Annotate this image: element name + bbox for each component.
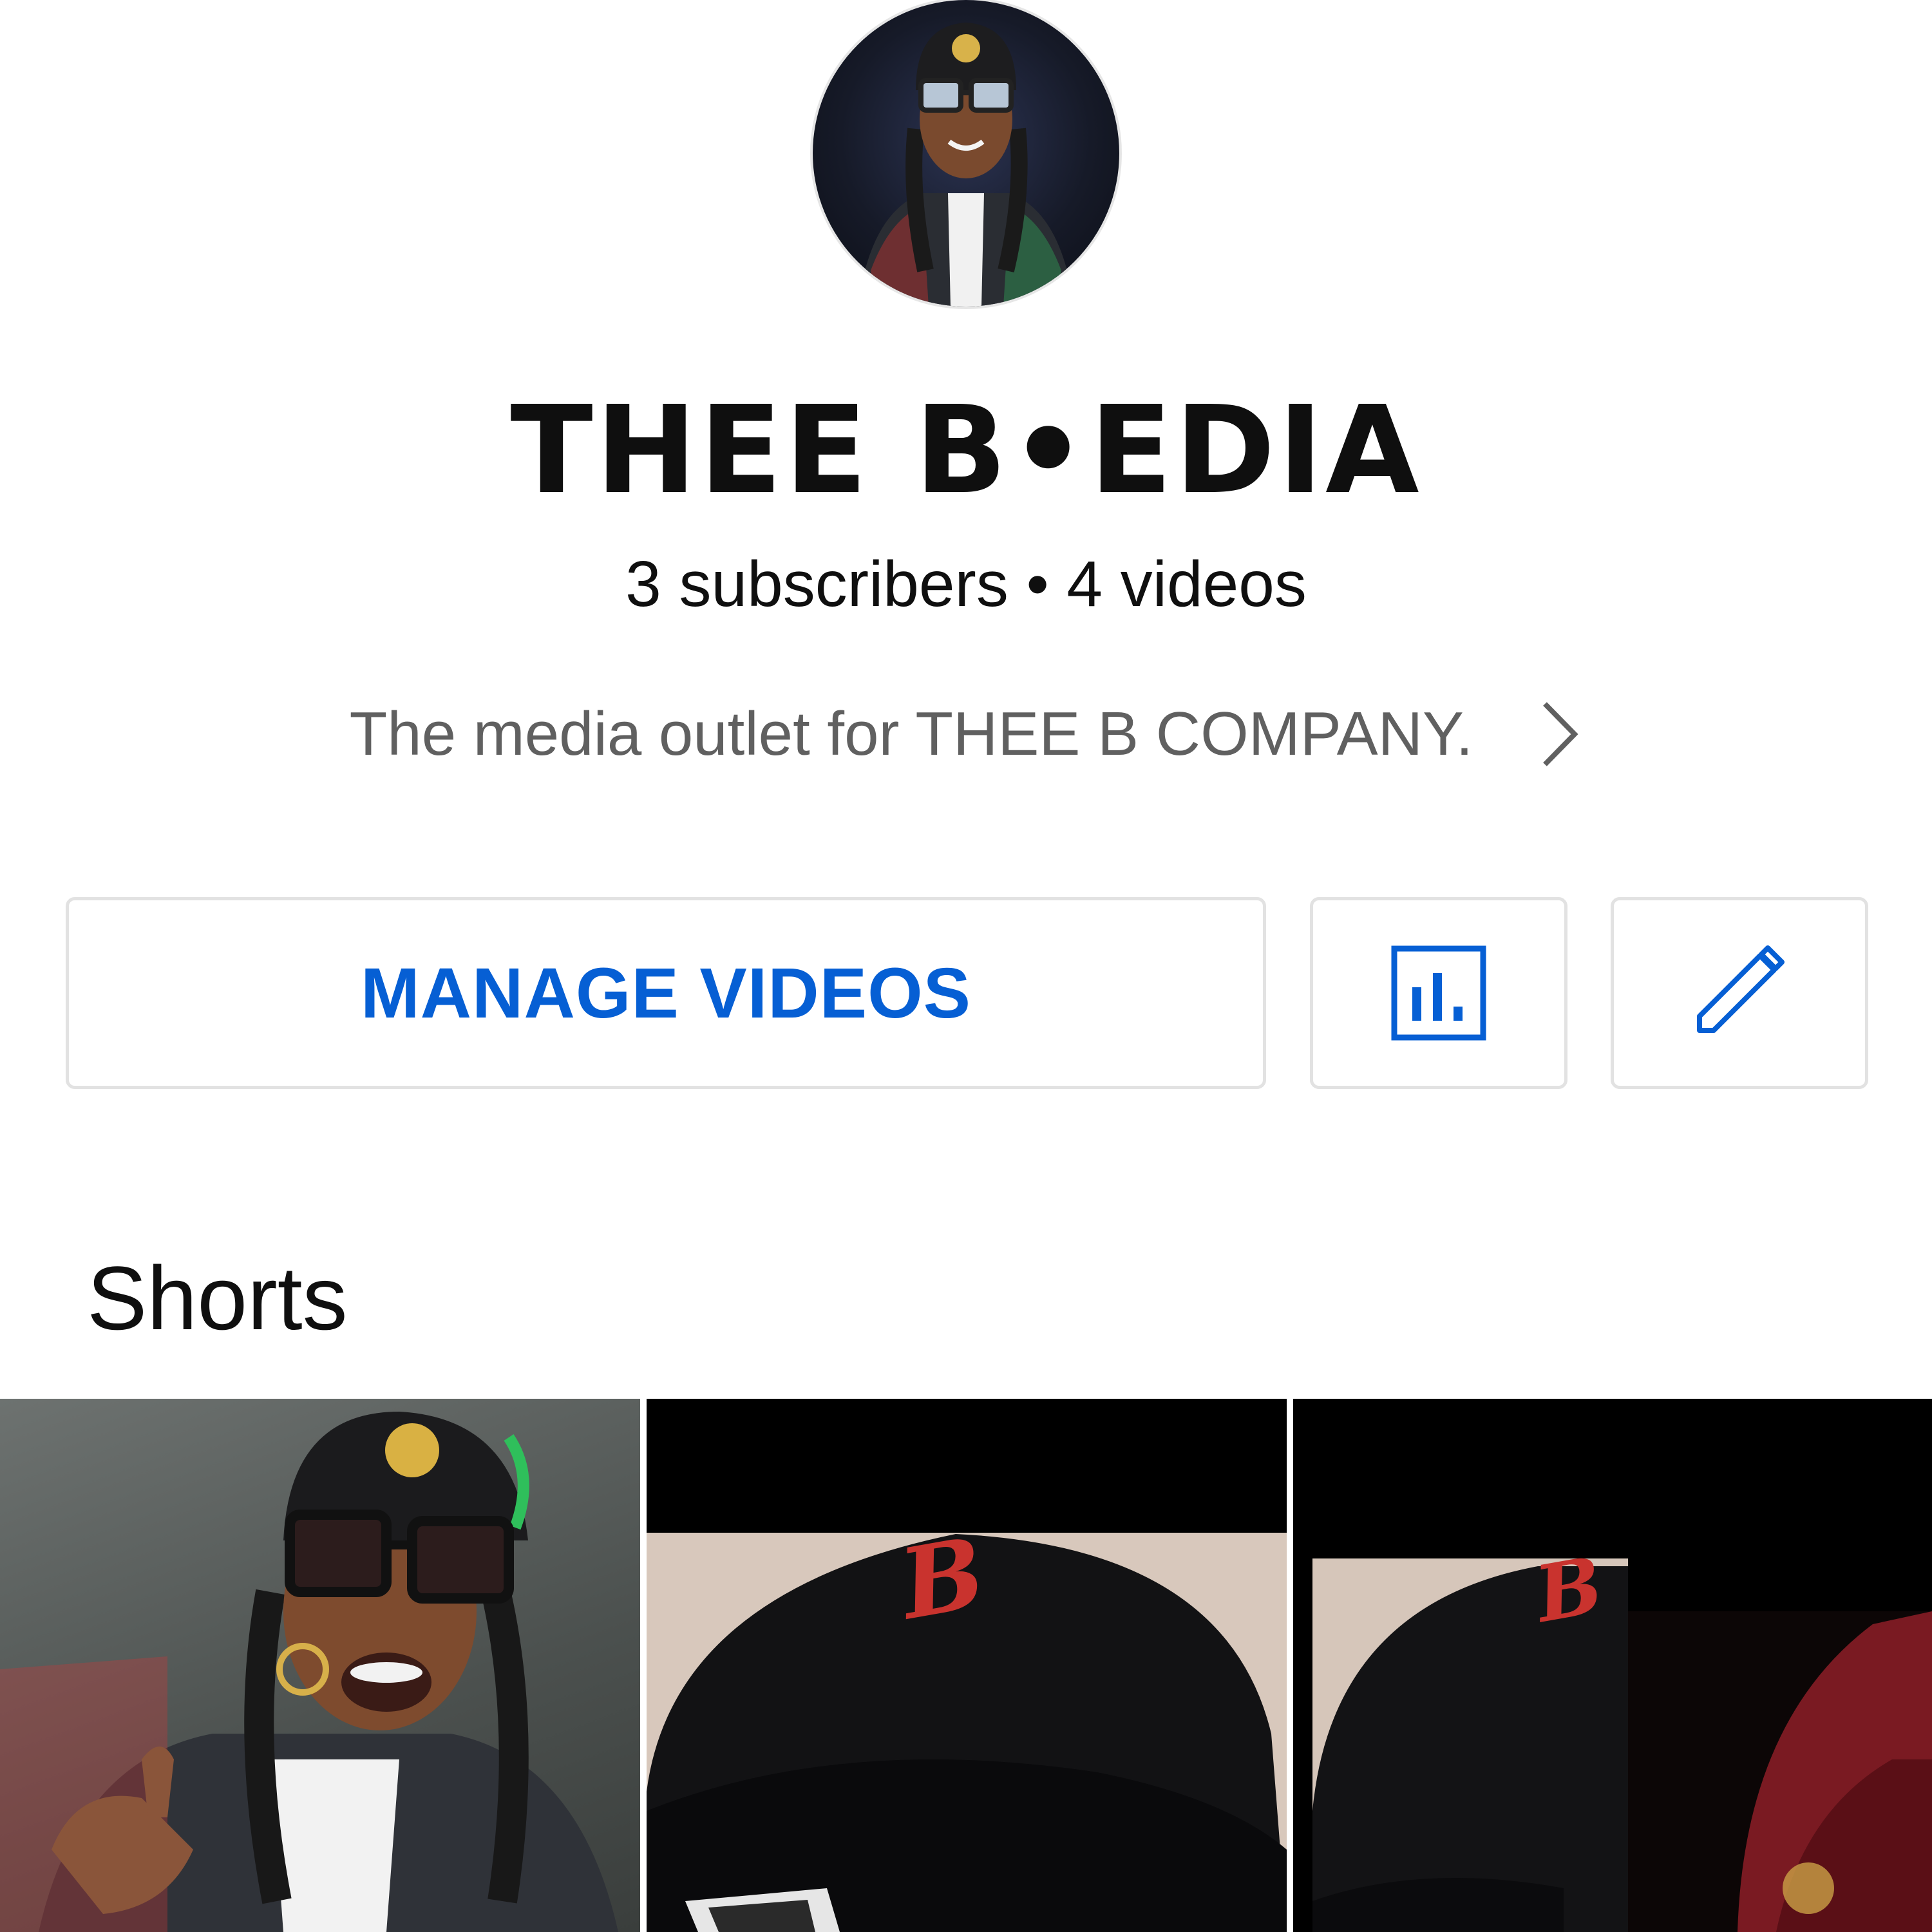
manage-videos-label: MANAGE VIDEOS xyxy=(360,953,972,1033)
manage-videos-button[interactable]: MANAGE VIDEOS xyxy=(66,897,1266,1089)
edit-channel-button[interactable] xyxy=(1611,897,1868,1089)
short-thumbnail[interactable] xyxy=(0,1399,640,1932)
channel-description: The media outlet for THEE B COMPANY. xyxy=(349,699,1473,768)
pencil-icon xyxy=(1697,945,1785,1033)
short-thumbnail[interactable]: B xyxy=(1293,1399,1932,1932)
short-thumbnail-image: B xyxy=(1293,1399,1932,1932)
chevron-right-icon xyxy=(1537,699,1582,770)
channel-stats: 3 subscribers • 4 videos xyxy=(625,548,1307,620)
shorts-section-title: Shorts xyxy=(87,1247,348,1349)
short-thumbnail-image: B xyxy=(647,1399,1287,1932)
channel-avatar[interactable] xyxy=(813,0,1119,307)
short-thumbnail-image xyxy=(0,1412,618,1932)
channel-name: THEE B•EDIA xyxy=(510,380,1422,521)
analytics-button[interactable] xyxy=(1310,897,1567,1089)
analytics-icon xyxy=(1391,945,1486,1041)
short-thumbnail[interactable]: B xyxy=(647,1399,1287,1932)
channel-description-row[interactable]: The media outlet for THEE B COMPANY. xyxy=(0,699,1932,770)
avatar-portrait xyxy=(858,23,1074,307)
